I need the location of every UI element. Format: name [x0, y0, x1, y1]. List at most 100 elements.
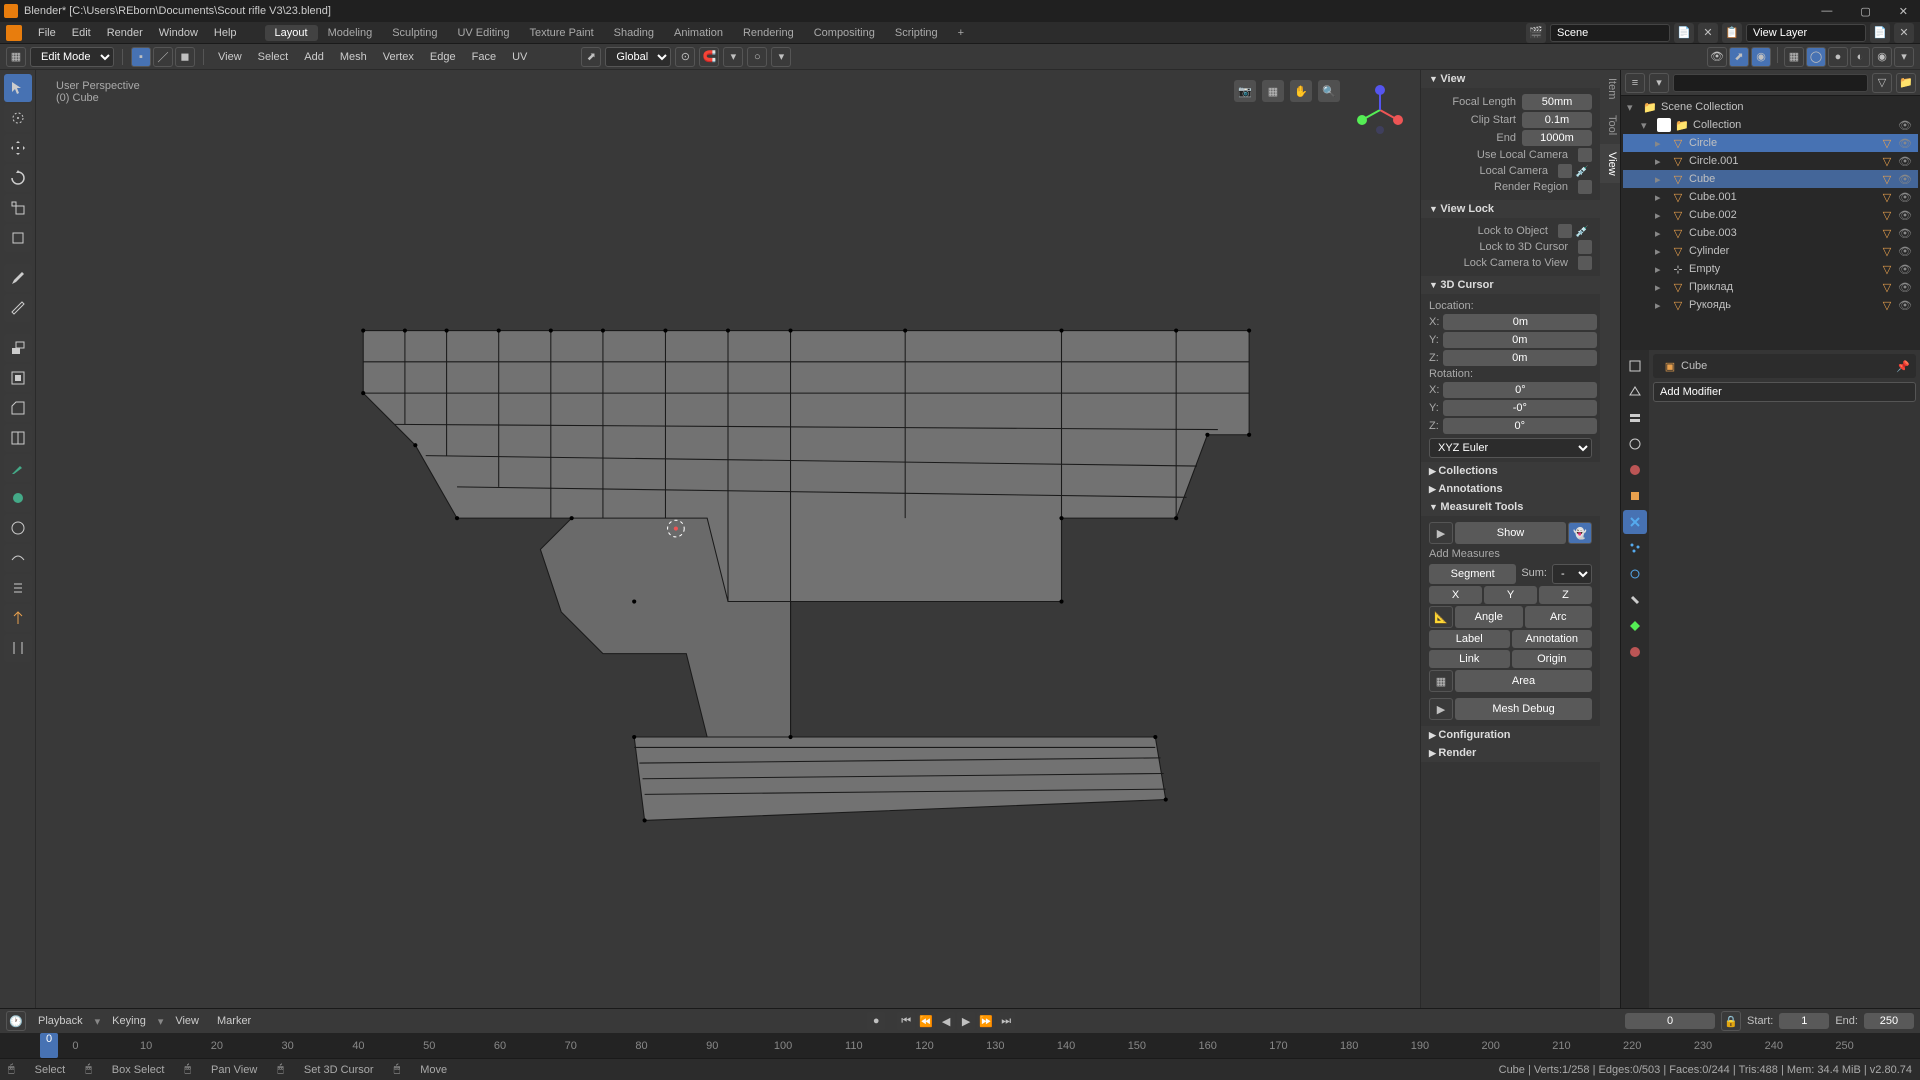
angle-button[interactable]: Angle	[1455, 606, 1523, 628]
start-frame-input[interactable]	[1779, 1013, 1829, 1029]
tool-measure[interactable]	[4, 294, 32, 322]
select-edge-icon[interactable]: ／	[153, 47, 173, 67]
tree-item[interactable]: ▸▽Cylinder▽👁	[1623, 242, 1918, 260]
snap-target-icon[interactable]: ▾	[723, 47, 743, 67]
mesh-debug-button[interactable]: Mesh Debug	[1455, 698, 1592, 720]
scene-new-button[interactable]: 📄	[1674, 23, 1694, 43]
eye-icon[interactable]: 👁	[1898, 119, 1914, 132]
panel-config-header[interactable]: Configuration	[1421, 726, 1600, 744]
view3d-menu-add[interactable]: Add	[298, 51, 330, 63]
tree-item[interactable]: ▸▽Circle.001▽👁	[1623, 152, 1918, 170]
mode-selector[interactable]: Edit Mode	[30, 47, 114, 67]
render-region-checkbox[interactable]	[1578, 180, 1592, 194]
tool-annotate[interactable]	[4, 264, 32, 292]
pivot-icon[interactable]: ⊙	[675, 47, 695, 67]
outliner-type-icon[interactable]: ≡	[1625, 73, 1645, 93]
pin-icon[interactable]: 📌	[1896, 360, 1910, 373]
panel-viewlock-header[interactable]: View Lock	[1421, 200, 1600, 218]
overlay-icon[interactable]: ◉	[1751, 47, 1771, 67]
tree-item[interactable]: ▸▽Cube.002▽👁	[1623, 206, 1918, 224]
lock-camera-checkbox[interactable]	[1578, 256, 1592, 270]
tool-rotate[interactable]	[4, 164, 32, 192]
tool-cursor[interactable]	[4, 104, 32, 132]
menu-file[interactable]: File	[30, 27, 64, 39]
shading-lookdev-icon[interactable]: ◐	[1850, 47, 1870, 67]
timeline-track[interactable]: 0 01020304050607080901001101201301401501…	[0, 1033, 1920, 1058]
menu-help[interactable]: Help	[206, 27, 245, 39]
play-icon[interactable]: ▶	[957, 1012, 975, 1030]
cursor-z-input[interactable]	[1443, 350, 1597, 366]
measure-z-button[interactable]: Z	[1539, 586, 1592, 604]
prop-tab-particle[interactable]	[1623, 536, 1647, 560]
viewlayer-input[interactable]	[1746, 24, 1866, 42]
play-reverse-icon[interactable]: ◀	[937, 1012, 955, 1030]
origin-button[interactable]: Origin	[1512, 650, 1593, 668]
lock-range-icon[interactable]: 🔒	[1721, 1011, 1741, 1031]
view3d-menu-vertex[interactable]: Vertex	[377, 51, 420, 63]
jump-end-icon[interactable]: ⏭	[997, 1012, 1015, 1030]
debug-expand-icon[interactable]: ▶	[1429, 698, 1453, 720]
clip-start-input[interactable]	[1522, 112, 1592, 128]
playhead[interactable]: 0	[40, 1033, 58, 1058]
visibility-icon[interactable]: 👁	[1707, 47, 1727, 67]
tree-item[interactable]: ▸▽Circle▽👁	[1623, 134, 1918, 152]
viewlayer-delete-button[interactable]: ✕	[1894, 23, 1914, 43]
eye-icon[interactable]: 👁	[1898, 299, 1914, 312]
property-breadcrumb[interactable]: ▣ Cube 📌	[1653, 354, 1916, 378]
prop-tab-material[interactable]	[1623, 640, 1647, 664]
prop-tab-scene[interactable]	[1623, 432, 1647, 456]
view3d-menu-view[interactable]: View	[212, 51, 248, 63]
prop-tab-output[interactable]	[1623, 380, 1647, 404]
new-collection-icon[interactable]: 📁	[1896, 73, 1916, 93]
view3d-menu-uv[interactable]: UV	[506, 51, 533, 63]
workspace-layout[interactable]: Layout	[265, 25, 318, 41]
angle-icon[interactable]: 📐	[1429, 606, 1453, 628]
eye-icon[interactable]: 👁	[1898, 137, 1914, 150]
eye-icon[interactable]: 👁	[1898, 245, 1914, 258]
n-tab-item[interactable]: Item	[1600, 70, 1620, 107]
scene-name-input[interactable]	[1550, 24, 1670, 42]
shading-options-icon[interactable]: ▾	[1894, 47, 1914, 67]
workspace-sculpting[interactable]: Sculpting	[382, 25, 447, 41]
close-button[interactable]: ✕	[1891, 5, 1916, 18]
filter-icon[interactable]: ▽	[1872, 73, 1892, 93]
eye-icon[interactable]: 👁	[1898, 263, 1914, 276]
tool-select[interactable]	[4, 74, 32, 102]
cursor-ry-input[interactable]	[1443, 400, 1597, 416]
select-vertex-icon[interactable]: ▪	[131, 47, 151, 67]
view3d-menu-select[interactable]: Select	[252, 51, 295, 63]
autokey-icon[interactable]: ●	[867, 1012, 885, 1030]
tool-shrink[interactable]	[4, 604, 32, 632]
rotation-mode-select[interactable]: XYZ Euler	[1429, 438, 1592, 458]
cursor-rz-input[interactable]	[1443, 418, 1597, 434]
arc-button[interactable]: Arc	[1525, 606, 1593, 628]
workspace-scripting[interactable]: Scripting	[885, 25, 948, 41]
local-camera-picker[interactable]	[1558, 164, 1572, 178]
maximize-button[interactable]: ▢	[1852, 5, 1878, 18]
snap-icon[interactable]: 🧲	[699, 47, 719, 67]
tool-transform[interactable]	[4, 224, 32, 252]
nav-camera-icon[interactable]: 📷	[1234, 80, 1256, 102]
local-camera-checkbox[interactable]	[1578, 148, 1592, 162]
eye-icon[interactable]: 👁	[1898, 209, 1914, 222]
tree-item[interactable]: ▸▽Приклад▽👁	[1623, 278, 1918, 296]
eye-icon[interactable]: 👁	[1898, 281, 1914, 294]
label-button[interactable]: Label	[1429, 630, 1510, 648]
prop-tab-viewlayer[interactable]	[1623, 406, 1647, 430]
view3d-menu-mesh[interactable]: Mesh	[334, 51, 373, 63]
ghost-icon[interactable]: 👻	[1568, 522, 1592, 544]
add-modifier-button[interactable]: Add Modifier	[1653, 382, 1916, 402]
workspace-rendering[interactable]: Rendering	[733, 25, 804, 41]
outliner-mode-icon[interactable]: ▾	[1649, 73, 1669, 93]
prop-tab-physics[interactable]	[1623, 562, 1647, 586]
end-frame-input[interactable]	[1864, 1013, 1914, 1029]
nav-zoom-icon[interactable]: 🔍	[1318, 80, 1340, 102]
nav-perspective-icon[interactable]: ▦	[1262, 80, 1284, 102]
panel-render-header[interactable]: Render	[1421, 744, 1600, 762]
eye-icon[interactable]: 👁	[1898, 227, 1914, 240]
workspace-texture[interactable]: Texture Paint	[519, 25, 603, 41]
axis-gizmo[interactable]	[1350, 80, 1410, 140]
panel-collections-header[interactable]: Collections	[1421, 462, 1600, 480]
tree-item[interactable]: ▸▽Cube.003▽👁	[1623, 224, 1918, 242]
shading-solid-icon[interactable]: ●	[1828, 47, 1848, 67]
